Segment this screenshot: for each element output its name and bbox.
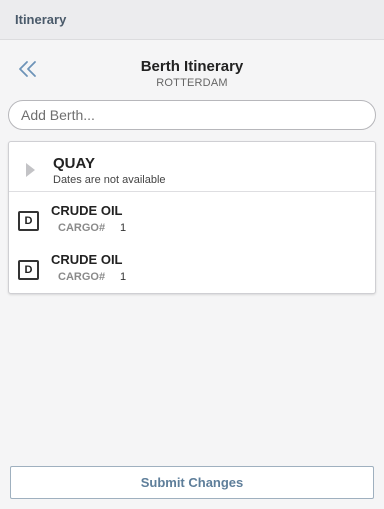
add-berth-input[interactable] <box>8 100 376 130</box>
berth-card: QUAY Dates are not available D CRUDE OIL… <box>8 141 376 294</box>
page-header: Berth Itinerary ROTTERDAM <box>0 40 384 98</box>
discharge-badge: D <box>18 211 39 231</box>
triangle-right-icon[interactable] <box>26 163 35 177</box>
cargo-number-label: CARGO# <box>58 222 106 234</box>
cargo-number-label: CARGO# <box>58 271 106 283</box>
top-bar-title: Itinerary <box>15 12 67 27</box>
cargo-name: CRUDE OIL <box>51 203 123 218</box>
submit-changes-button[interactable]: Submit Changes <box>10 466 374 499</box>
cargo-name: CRUDE OIL <box>51 252 123 267</box>
berth-row-quay[interactable]: QUAY Dates are not available <box>9 142 375 192</box>
page-title: Berth Itinerary <box>140 58 244 75</box>
berth-dates: Dates are not available <box>53 174 166 186</box>
discharge-badge: D <box>18 260 39 280</box>
top-bar: Itinerary <box>0 0 384 40</box>
cargo-row[interactable]: D CRUDE OIL CARGO# 1 <box>9 248 375 296</box>
page-subtitle: ROTTERDAM <box>156 77 228 89</box>
cargo-number-value: 1 <box>120 222 127 234</box>
cargo-row[interactable]: D CRUDE OIL CARGO# 1 <box>9 199 375 247</box>
cargo-number-value: 1 <box>120 271 127 283</box>
berth-name: QUAY <box>53 155 95 172</box>
